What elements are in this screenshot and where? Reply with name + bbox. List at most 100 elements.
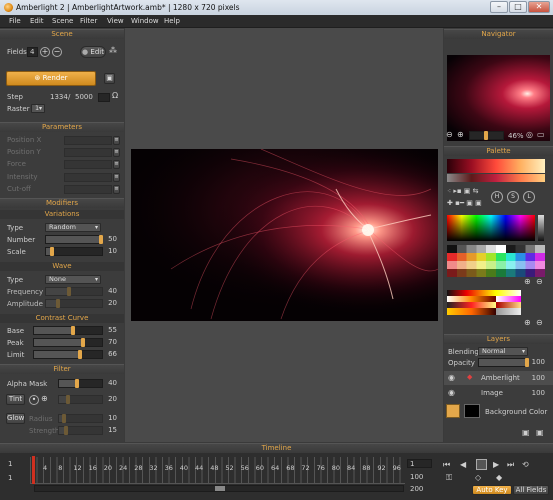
add-layer-icon[interactable]: ▣ [522, 428, 530, 437]
menu-file[interactable]: File [9, 17, 21, 25]
frequency-slider[interactable] [45, 287, 103, 296]
maximize-button[interactable]: □ [509, 1, 527, 13]
eye-icon[interactable]: ◉ [448, 388, 455, 397]
layer-row-amberlight[interactable]: ◉ ◆ Amberlight 100 [444, 371, 553, 385]
tint-slider[interactable] [58, 395, 103, 404]
menu-help[interactable]: Help [164, 17, 180, 25]
base-slider[interactable] [33, 326, 103, 335]
palette-gradient[interactable] [447, 159, 545, 173]
layer-row-image[interactable]: ◉ Image 100 [444, 386, 553, 400]
base-value: 55 [108, 326, 117, 334]
close-button[interactable]: ✕ [528, 1, 550, 13]
gradient-presets[interactable] [447, 290, 545, 315]
frame-field[interactable]: 1 [407, 459, 432, 468]
zoom-slider[interactable] [469, 131, 504, 140]
lightness-bar[interactable] [538, 215, 544, 241]
play-button[interactable] [476, 459, 487, 470]
color-picker-field[interactable] [447, 215, 535, 241]
eye-icon[interactable]: ◉ [448, 373, 455, 382]
next-frame-icon[interactable]: ▶ [493, 460, 499, 469]
add-field-icon[interactable]: + [40, 47, 50, 57]
palette-adjust-icon[interactable]: ✚ ▪━ ▣ ▣ [447, 199, 482, 207]
background-color-swatch[interactable] [464, 404, 480, 418]
radius-slider[interactable] [58, 414, 103, 423]
insert-key-icon[interactable]: ◇ [475, 473, 481, 482]
canvas-viewport[interactable] [125, 28, 443, 442]
frequency-label: Frequency [7, 288, 44, 296]
amplitude-label: Amplitude [7, 300, 43, 308]
wave-type-select[interactable]: None ▾ [45, 275, 101, 284]
timeline-tick-label: 96 [392, 464, 401, 472]
edit-button[interactable]: ● Edit [80, 46, 106, 58]
playhead[interactable] [32, 456, 35, 484]
swatch-grid[interactable] [447, 245, 545, 277]
lightness-button[interactable]: L [523, 191, 535, 203]
number-slider[interactable] [45, 235, 103, 244]
fields-value[interactable]: 4 [30, 48, 34, 56]
zoom-in-icon[interactable]: ⊕ [457, 130, 464, 139]
tint-button[interactable]: Tint [6, 394, 25, 405]
hue-button[interactable]: H [491, 191, 503, 203]
all-fields-button[interactable]: All Fields [513, 485, 549, 495]
tint-value: 20 [108, 395, 117, 403]
timeline-tick-label: 68 [286, 464, 295, 472]
param-position-x: Position X [7, 136, 42, 144]
timeline-scrollbar[interactable] [34, 485, 404, 492]
delete-layer-icon[interactable]: ▣ [536, 428, 544, 437]
add-swatch-icon[interactable]: ⊕ [524, 277, 531, 286]
loop-icon[interactable]: ⟲ [522, 460, 529, 469]
tint-color-icon[interactable]: • [29, 395, 39, 405]
fullscreen-icon[interactable]: ▭ [537, 130, 545, 139]
palette-tools-icon[interactable]: ⁖ ▸▪ ▣ ⇆ [447, 187, 479, 195]
timeline-tick-label: 64 [271, 464, 280, 472]
menu-window[interactable]: Window [131, 17, 159, 25]
palette-preset[interactable] [447, 174, 545, 182]
background-visibility-icon[interactable] [446, 404, 460, 418]
menu-filter[interactable]: Filter [80, 17, 97, 25]
menu-view[interactable]: View [107, 17, 124, 25]
blending-select[interactable]: Normal ▾ [478, 347, 528, 356]
raster-select[interactable]: 1 ▾ [31, 104, 45, 113]
fields-label: Fields [7, 48, 27, 56]
opacity-label: Opacity [448, 359, 475, 367]
auto-key-button[interactable]: Auto Key [472, 485, 512, 495]
delete-key-icon[interactable]: ◆ [496, 473, 502, 482]
remove-field-icon[interactable]: − [52, 47, 62, 57]
layer-name: Amberlight [481, 374, 520, 382]
menu-edit[interactable]: Edit [30, 17, 44, 25]
step-total[interactable]: 5000 [75, 93, 93, 101]
skip-end-icon[interactable]: ⏭ [507, 460, 514, 470]
key-icon[interactable]: ⚿ [446, 473, 452, 483]
menu-scene[interactable]: Scene [52, 17, 73, 25]
zoom-out-icon[interactable]: ⊖ [446, 130, 453, 139]
end-frame[interactable]: 200 [410, 485, 423, 493]
remove-swatch-icon[interactable]: ⊖ [536, 277, 543, 286]
scale-slider[interactable] [45, 247, 103, 256]
shuffle-icon[interactable]: ⁂ [109, 46, 117, 55]
tint-link-icon[interactable]: ⊕ [41, 394, 48, 403]
skip-start-icon[interactable]: ⏮ [443, 460, 450, 470]
amplitude-slider[interactable] [45, 299, 103, 308]
remove-gradient-icon[interactable]: ⊖ [536, 318, 543, 327]
opacity-slider[interactable] [478, 358, 529, 367]
minimize-button[interactable]: – [490, 1, 508, 13]
render-button[interactable]: ⊛ Render [6, 71, 96, 86]
variations-type-select[interactable]: Random ▾ [45, 223, 101, 232]
render-settings-icon[interactable]: ▣ [104, 73, 115, 84]
background-color-label: Background Color [485, 408, 548, 416]
artwork-image[interactable] [131, 149, 438, 321]
limit-slider[interactable] [33, 350, 103, 359]
add-gradient-icon[interactable]: ⊕ [524, 318, 531, 327]
alpha-mask-slider[interactable] [58, 379, 103, 388]
prev-frame-icon[interactable]: ◀ [460, 460, 466, 469]
timeline-row1-label: 1 [8, 460, 13, 468]
timeline-tick-label: 12 [73, 464, 82, 472]
navigator-preview[interactable] [447, 55, 550, 141]
glow-button[interactable]: Glow [6, 413, 25, 424]
strength-slider[interactable] [58, 426, 103, 435]
frame-total[interactable]: 100 [410, 473, 423, 481]
saturation-button[interactable]: S [507, 191, 519, 203]
fit-icon[interactable]: ◎ [526, 130, 533, 139]
headphones-icon[interactable]: Ω [112, 91, 118, 100]
peak-slider[interactable] [33, 338, 103, 347]
